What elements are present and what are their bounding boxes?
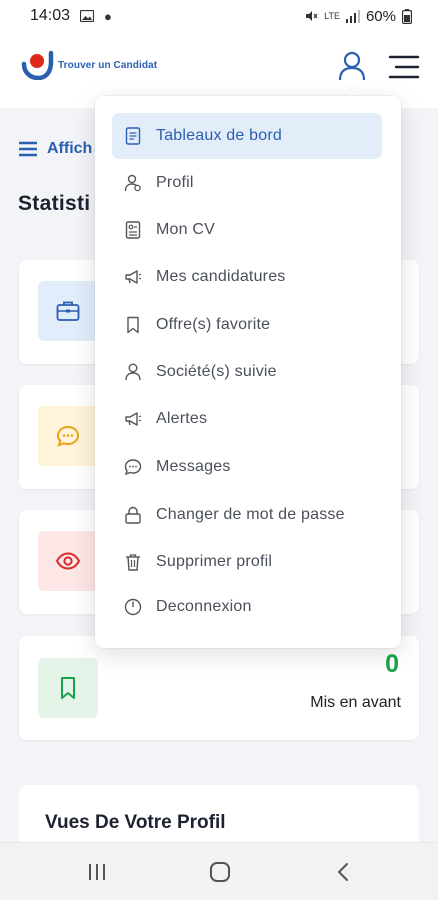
eye-icon xyxy=(55,552,81,570)
menu-item-alertes[interactable]: Alertes xyxy=(112,396,382,442)
menu-item-label: Offre(s) favorite xyxy=(156,316,271,333)
menu-item-deconnexion[interactable]: Deconnexion xyxy=(112,584,382,630)
notification-dot-icon: ● xyxy=(104,8,112,24)
stat-card-icon-box xyxy=(38,281,98,341)
menu-item-profil[interactable]: Profil xyxy=(112,160,382,206)
document-icon xyxy=(124,127,142,145)
list-icon xyxy=(19,141,37,157)
megaphone-icon xyxy=(124,410,142,428)
home-icon[interactable] xyxy=(209,861,231,883)
stat-card-icon-box xyxy=(38,406,98,466)
menu-item-societes-suivies[interactable]: Société(s) suivie xyxy=(112,349,382,395)
hamburger-menu-icon[interactable] xyxy=(388,54,420,80)
user-dropdown-menu: Tableaux de bord Profil Mon CV Mes candi… xyxy=(95,96,401,648)
afficher-menu-toggle[interactable]: Affich xyxy=(18,140,92,158)
signal-icon xyxy=(345,9,360,23)
menu-item-tableaux-de-bord[interactable]: Tableaux de bord xyxy=(112,113,382,159)
menu-item-label: Changer de mot de passe xyxy=(156,506,345,523)
lte-indicator: LTE xyxy=(324,10,340,21)
chat-icon xyxy=(124,458,142,476)
system-nav-bar xyxy=(0,842,438,900)
menu-item-messages[interactable]: Messages xyxy=(112,444,382,490)
menu-item-label: Tableaux de bord xyxy=(156,127,282,144)
menu-item-label: Supprimer profil xyxy=(156,553,273,570)
menu-item-changer-mot-de-passe[interactable]: Changer de mot de passe xyxy=(112,492,382,538)
status-time: 14:03 xyxy=(30,7,71,24)
logo[interactable]: Trouver un Candidat xyxy=(20,50,157,80)
menu-item-label: Messages xyxy=(156,458,231,475)
chat-icon xyxy=(56,425,80,447)
menu-item-mon-cv[interactable]: Mon CV xyxy=(112,207,382,253)
status-bar: 14:03 ● LTE 60% xyxy=(0,0,438,32)
menu-item-label: Deconnexion xyxy=(156,598,252,615)
logo-mark-icon xyxy=(21,50,54,80)
bookmark-icon xyxy=(124,316,142,334)
recent-apps-icon[interactable] xyxy=(86,862,108,882)
user-icon[interactable] xyxy=(336,50,368,82)
briefcase-icon xyxy=(56,301,80,321)
profile-views-title: Vues De Votre Profil xyxy=(45,812,226,833)
stat-value: 0 xyxy=(385,650,399,678)
menu-item-supprimer-profil[interactable]: Supprimer profil xyxy=(112,539,382,585)
bookmark-icon xyxy=(61,677,75,699)
menu-item-mes-candidatures[interactable]: Mes candidatures xyxy=(112,254,382,300)
lock-icon xyxy=(124,506,142,524)
menu-item-label: Mon CV xyxy=(156,221,215,238)
menu-item-label: Société(s) suivie xyxy=(156,363,277,380)
power-icon xyxy=(124,598,142,616)
person-icon xyxy=(124,363,142,381)
cv-icon xyxy=(124,221,142,239)
battery-icon xyxy=(402,8,412,24)
menu-item-label: Alertes xyxy=(156,410,208,427)
megaphone-icon xyxy=(124,268,142,286)
logo-text: Trouver un Candidat xyxy=(58,59,158,71)
gallery-icon xyxy=(80,10,95,22)
menu-item-offres-favorites[interactable]: Offre(s) favorite xyxy=(112,302,382,348)
trash-icon xyxy=(124,553,142,571)
stat-caption: Mis en avant xyxy=(310,694,401,711)
battery-percent: 60% xyxy=(365,7,396,25)
stat-card-icon-box xyxy=(38,658,98,718)
afficher-label: Affich xyxy=(47,140,93,157)
menu-item-label: Profil xyxy=(156,174,194,191)
back-icon[interactable] xyxy=(334,861,352,883)
stat-card-icon-box xyxy=(38,531,98,591)
menu-item-label: Mes candidatures xyxy=(156,268,286,285)
mute-icon xyxy=(306,11,318,21)
statistics-title: Statisti xyxy=(18,192,91,215)
stat-card-featured: 0 Mis en avant xyxy=(19,636,419,740)
profile-icon xyxy=(124,174,142,192)
